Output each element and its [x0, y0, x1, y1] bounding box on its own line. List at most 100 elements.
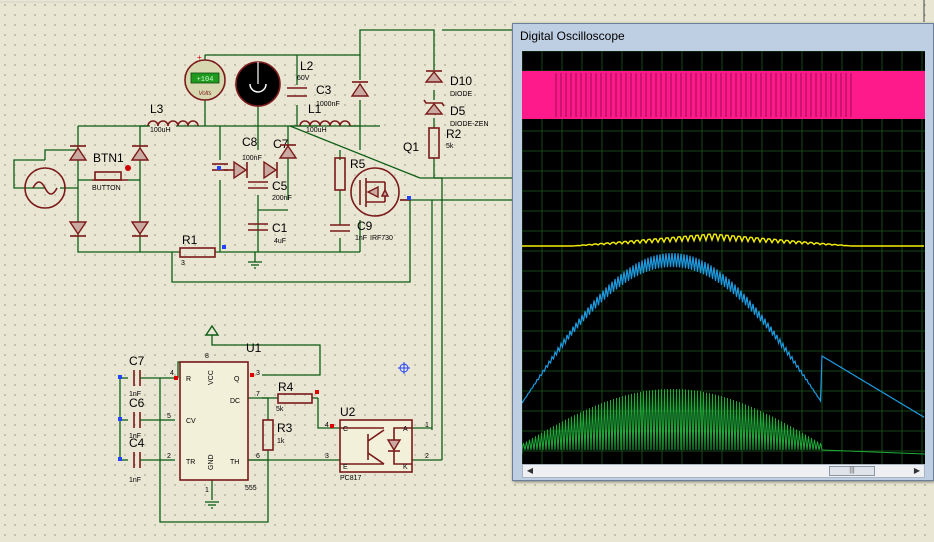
resistor-r3[interactable] — [262, 419, 274, 451]
capacitor-c4[interactable] — [133, 452, 160, 468]
u1-pin5: 5 — [167, 413, 171, 420]
u2-pin-a: A — [403, 426, 408, 433]
capacitor-c7[interactable] — [133, 370, 160, 386]
probe-marker[interactable] — [118, 375, 122, 379]
u1-pin-th: TH — [230, 459, 239, 466]
oscilloscope-display — [521, 50, 926, 464]
u1-pin-dc: DC — [230, 398, 240, 405]
capacitor-c5[interactable] — [248, 181, 268, 189]
r3-label: R3 — [277, 421, 293, 435]
c9-value: 1nF — [355, 235, 367, 242]
l2-value: 60V — [297, 75, 310, 82]
inductor-l1[interactable] — [299, 120, 351, 127]
oscilloscope-window[interactable]: Digital Oscilloscope ◀ ||| ▶ — [512, 23, 934, 481]
optocoupler-u2[interactable] — [339, 419, 413, 473]
resistor-r1[interactable] — [179, 247, 216, 258]
c5-label: C5 — [272, 179, 288, 193]
pin-marker[interactable] — [174, 376, 178, 380]
capacitor-c6[interactable] — [133, 412, 160, 428]
diode-top[interactable] — [350, 81, 370, 97]
oscilloscope-title: Digital Oscilloscope — [520, 29, 625, 43]
r1-pin: 3 — [181, 260, 185, 267]
mosfet-q1[interactable] — [350, 167, 410, 217]
u1-pin-vcc: VCC — [208, 370, 215, 385]
u2-label: U2 — [340, 405, 356, 419]
d5-label: D5 — [450, 104, 466, 118]
l2-label: L2 — [300, 59, 314, 73]
ground-symbol-top — [248, 261, 262, 269]
u1-part: 555 — [245, 485, 257, 492]
u1-pin1: 1 — [205, 487, 209, 494]
c1-label: C1 — [272, 221, 288, 235]
voltmeter-unit: Volts — [198, 91, 211, 97]
pin-marker[interactable] — [250, 373, 254, 377]
scroll-right-arrow[interactable]: ▶ — [911, 465, 923, 477]
c8-label: C8 — [242, 135, 258, 149]
btn1-type: BUTTON — [92, 185, 121, 192]
c4-label: C4 — [129, 436, 145, 450]
u2-pin-e: E — [343, 464, 348, 471]
u1-pin-cv: CV — [186, 418, 196, 425]
pin-marker[interactable] — [330, 424, 334, 428]
u1-pin8: 8 — [205, 353, 209, 360]
c6-label: C6 — [129, 396, 145, 410]
u2-part: PC817 — [340, 475, 362, 482]
u1-pin-gnd: GND — [208, 454, 215, 470]
u1-pin2: 2 — [167, 453, 171, 460]
u1-pin7: 7 — [256, 391, 260, 398]
r3-value: 1k — [277, 438, 285, 445]
probe-marker[interactable] — [118, 457, 122, 461]
probe-marker[interactable] — [118, 417, 122, 421]
d10-label: D10 — [450, 74, 472, 88]
l3-value: 100uH — [150, 127, 171, 134]
c5-value: 200nF — [272, 195, 292, 202]
svg-text:+: + — [197, 53, 202, 62]
oscilloscope-scrollbar[interactable]: ◀ ||| ▶ — [522, 464, 925, 478]
u1-label: U1 — [246, 341, 262, 355]
u1-pin-tr: TR — [186, 459, 195, 466]
lamp[interactable] — [235, 61, 281, 107]
inductor-l3[interactable] — [147, 120, 199, 127]
magenta-band — [522, 71, 925, 119]
u2-pin-c: C — [343, 426, 348, 433]
crosshair-cursor — [398, 362, 410, 374]
u1-pin3: 3 — [256, 370, 260, 377]
green-trace — [521, 388, 926, 455]
q1-part: IRF730 — [370, 235, 393, 242]
u2-pin-k: K — [403, 464, 408, 471]
capacitor-c3[interactable] — [287, 87, 307, 97]
diode-d10[interactable] — [424, 70, 444, 83]
zener-d5[interactable] — [423, 99, 445, 115]
c7-label: C7 — [129, 354, 145, 368]
l1-value: 100uH — [306, 127, 327, 134]
oscilloscope-screen[interactable] — [521, 50, 926, 464]
r4-label: R4 — [278, 380, 294, 394]
voltmeter[interactable]: +104 Volts + — [184, 53, 226, 101]
pin-marker[interactable] — [315, 390, 319, 394]
c8-value: 100nF — [242, 155, 262, 162]
channel-a-trace — [522, 71, 925, 119]
r2-label: R2 — [446, 127, 462, 141]
l3-label: L3 — [150, 102, 164, 116]
r5-label: R5 — [350, 157, 366, 171]
power-terminal — [204, 324, 220, 336]
probe-marker[interactable] — [222, 245, 226, 249]
c9-label: C9 — [357, 219, 373, 233]
r4-value: 5k — [276, 406, 284, 413]
resistor-r4[interactable] — [277, 393, 313, 404]
capacitor-c9[interactable] — [330, 224, 350, 232]
btn1-button[interactable] — [92, 165, 131, 181]
probe-marker[interactable] — [407, 196, 411, 200]
r2-value: 5k — [446, 143, 454, 150]
u1-pin-q: Q — [234, 376, 240, 383]
scroll-left-arrow[interactable]: ◀ — [524, 465, 536, 477]
c4-value: 1nF — [129, 477, 141, 484]
resistor-r2[interactable] — [428, 127, 440, 159]
scroll-thumb[interactable]: ||| — [829, 466, 875, 476]
probe-marker[interactable] — [217, 166, 221, 170]
voltmeter-reading: +104 — [197, 76, 214, 84]
d10-type: DIODE — [450, 91, 473, 98]
resistor-r5[interactable] — [334, 157, 346, 191]
u1-pin4: 4 — [170, 370, 174, 377]
u2-pin4: 4 — [325, 422, 329, 429]
